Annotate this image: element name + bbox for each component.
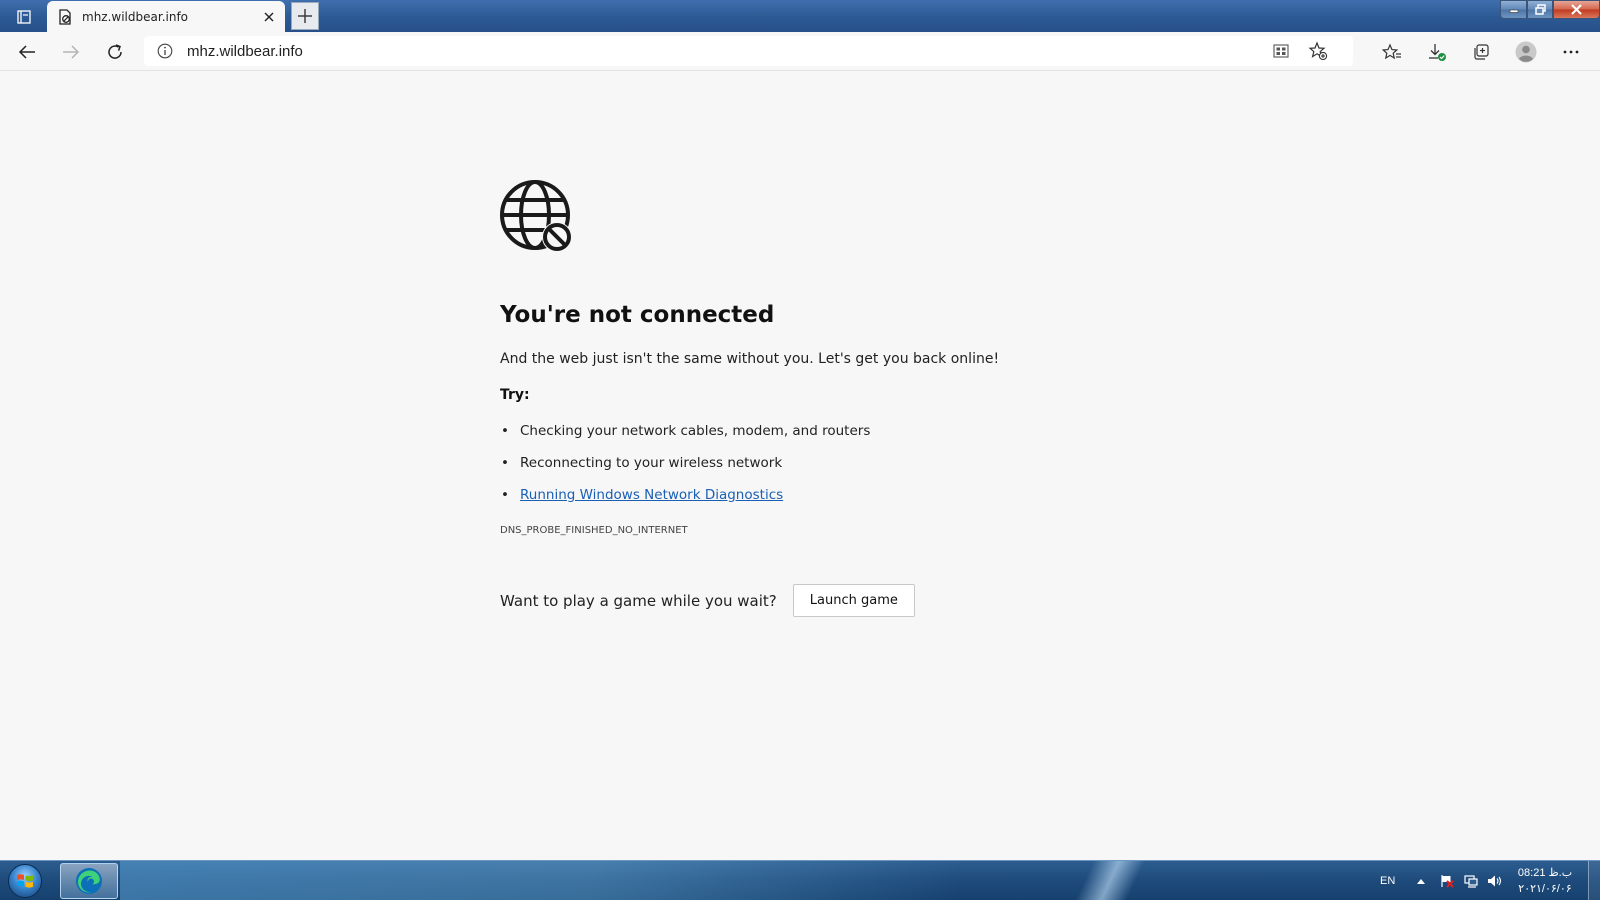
back-button[interactable]: [13, 38, 41, 66]
action-center-flag-icon[interactable]: [1438, 872, 1456, 890]
profile-button[interactable]: [1512, 38, 1540, 66]
taskbar: EN 08:21 ب.ظ ۲۰۲۱/۰۶/۰۶: [0, 860, 1600, 900]
tab-title: mhz.wildbear.info: [82, 9, 189, 24]
suggestion-list: • Checking your network cables, modem, a…: [500, 415, 1120, 511]
downloads-icon: [1429, 44, 1446, 61]
browser-toolbar: mhz.wildbear.info: [0, 32, 1600, 71]
volume-icon[interactable]: [1486, 872, 1504, 890]
taskbar-streak: [1055, 861, 1165, 900]
suggestion-item: • Checking your network cables, modem, a…: [500, 415, 1120, 447]
system-clock[interactable]: 08:21 ب.ظ ۲۰۲۱/۰۶/۰۶: [1505, 865, 1585, 897]
window-controls: [1500, 0, 1600, 20]
globe-blocked-icon: [500, 180, 572, 252]
forward-icon: [63, 45, 80, 59]
immersive-reader-icon[interactable]: [1269, 39, 1293, 63]
game-prompt-row: Want to play a game while you wait? Laun…: [500, 584, 1120, 617]
more-button[interactable]: [1557, 38, 1585, 66]
close-icon: [1571, 4, 1582, 15]
start-button[interactable]: [4, 863, 46, 899]
network-icon[interactable]: [1462, 872, 1480, 890]
collections-icon: [1474, 44, 1489, 60]
launch-game-button[interactable]: Launch game: [792, 584, 915, 617]
clock-date: ۲۰۲۱/۰۶/۰۶: [1518, 883, 1572, 895]
taskbar-edge-button[interactable]: [60, 863, 118, 899]
plus-icon: [298, 9, 312, 23]
close-window-button[interactable]: [1553, 0, 1600, 19]
profile-icon: [1515, 41, 1537, 63]
error-page: You're not connected And the web just is…: [500, 180, 1120, 617]
windows-logo-icon: [8, 864, 42, 898]
downloads-button[interactable]: [1423, 38, 1451, 66]
error-heading: You're not connected: [500, 302, 775, 328]
back-icon: [18, 45, 35, 59]
bullet: •: [501, 455, 509, 471]
language-indicator[interactable]: EN: [1380, 861, 1395, 900]
address-bar[interactable]: mhz.wildbear.info: [144, 36, 1353, 66]
favorites-icon: [1382, 43, 1401, 60]
close-tab-icon[interactable]: [261, 9, 277, 25]
browser-tab[interactable]: mhz.wildbear.info: [47, 1, 285, 32]
game-prompt-text: Want to play a game while you wait?: [500, 591, 777, 610]
tab-actions-icon: [17, 10, 31, 24]
collections-button[interactable]: [1467, 38, 1495, 66]
network-diagnostics-link[interactable]: Running Windows Network Diagnostics: [520, 487, 783, 503]
suggestion-text: Checking your network cables, modem, and…: [520, 423, 871, 439]
forward-button[interactable]: [57, 38, 85, 66]
error-subtext: And the web just isn't the same without …: [500, 351, 1000, 367]
bullet: •: [501, 423, 509, 439]
new-tab-button[interactable]: [291, 2, 319, 30]
try-label: Try:: [500, 387, 530, 403]
url-text[interactable]: mhz.wildbear.info: [187, 43, 303, 60]
favorites-button[interactable]: [1378, 38, 1406, 66]
browser-titlebar: mhz.wildbear.info: [0, 0, 1600, 32]
refresh-button[interactable]: [101, 38, 129, 66]
suggestion-item: • Reconnecting to your wireless network: [500, 447, 1120, 479]
show-hidden-icons-icon[interactable]: [1412, 872, 1430, 890]
add-favorite-icon[interactable]: [1306, 39, 1330, 63]
restore-icon: [1534, 4, 1546, 15]
minimize-button[interactable]: [1500, 0, 1527, 19]
maximize-button[interactable]: [1527, 0, 1553, 19]
more-icon: [1563, 50, 1579, 54]
tray-icons: [1412, 861, 1504, 900]
minimize-icon: [1509, 9, 1518, 13]
show-desktop-button[interactable]: [1588, 861, 1600, 900]
edge-icon: [76, 868, 102, 894]
page-error-icon: [57, 8, 73, 25]
clock-time: 08:21 ب.ظ: [1517, 867, 1573, 879]
refresh-icon: [108, 44, 122, 59]
error-code: DNS_PROBE_FINISHED_NO_INTERNET: [500, 525, 688, 536]
taskbar-sheen: [120, 861, 1170, 900]
tab-actions-button[interactable]: [8, 5, 40, 29]
suggestion-item: • Running Windows Network Diagnostics: [500, 479, 1120, 511]
info-icon[interactable]: [156, 42, 174, 60]
suggestion-text: Reconnecting to your wireless network: [520, 455, 783, 471]
bullet: •: [501, 487, 509, 503]
